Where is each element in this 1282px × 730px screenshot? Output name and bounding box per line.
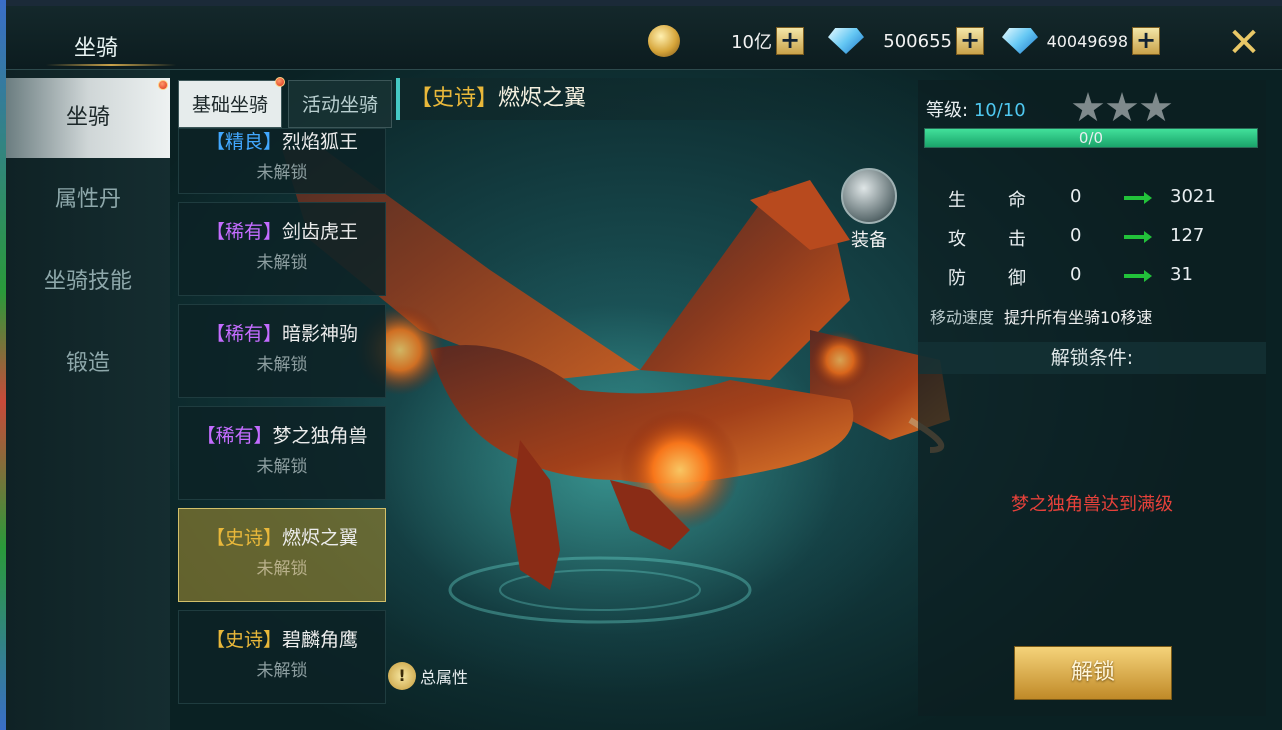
stat-char-1: 生 [948, 190, 966, 211]
nav-item-forge[interactable]: 锻造 [6, 324, 170, 404]
unlock-button[interactable]: 解锁 [1014, 646, 1172, 700]
move-speed-text: 提升所有坐骑10移速 [1004, 308, 1153, 327]
nav-item-label: 属性丹 [54, 187, 121, 212]
notification-dot [275, 77, 285, 87]
mount-status: 未解锁 [256, 163, 308, 183]
unlock-condition-text: 梦之独角兽达到满级 [1011, 494, 1173, 515]
add-gold-button[interactable]: + [776, 27, 804, 55]
stat-char-1: 攻 [948, 229, 966, 250]
unlock-condition-header: 解锁条件: [918, 342, 1266, 374]
mount-status: 未解锁 [256, 253, 308, 273]
close-icon[interactable]: ✕ [1224, 23, 1264, 64]
stat-current: 0 [1070, 264, 1082, 285]
nav-item-label: 锻造 [65, 351, 110, 376]
nav-item-mount-skill[interactable]: 坐骑技能 [6, 242, 170, 322]
add-bound-diamond-button[interactable]: + [1132, 27, 1160, 55]
star-icon [1072, 92, 1104, 122]
mount-list-item[interactable]: 【稀有】暗影神驹 未解锁 [178, 304, 386, 398]
mount-name: 燃烬之翼 [282, 527, 359, 549]
diamond-icon [828, 28, 864, 54]
mount-quality-tag: 【稀有】 [205, 221, 282, 243]
mount-name: 烈焰狐王 [282, 131, 359, 153]
nav-item-attribute-pill[interactable]: 属性丹 [6, 160, 170, 240]
total-attributes-label: 总属性 [420, 668, 469, 687]
mount-quality-tag: 【精良】 [205, 131, 282, 153]
total-attributes-button[interactable]: ! 总属性 [388, 662, 468, 690]
nav-item-label: 坐骑技能 [43, 269, 132, 294]
star-icon [1106, 92, 1138, 122]
diamond-value: 500655 [883, 30, 952, 52]
top-bar: 坐骑 10亿 + 500655 + 40049698 + ✕ [6, 6, 1282, 70]
equip-label: 装备 [851, 230, 887, 251]
stat-char-2: 御 [1008, 268, 1026, 289]
tab-label: 基础坐骑 [191, 94, 268, 116]
mount-list-item[interactable]: 【史诗】碧麟角鹰 未解锁 [178, 610, 386, 704]
bound-diamond-icon [1002, 28, 1038, 54]
stat-char-1: 防 [948, 268, 966, 289]
stat-row-attack: 攻 击 0 127 [918, 219, 1266, 253]
tab-basic-mounts[interactable]: 基础坐骑 [178, 77, 285, 128]
mount-status: 未解锁 [256, 355, 308, 375]
selected-mount-title: 【史诗】燃烬之翼 [396, 78, 916, 120]
mount-quality-tag: 【稀有】 [205, 323, 282, 345]
bound-diamond-value: 40049698 [1046, 31, 1128, 51]
dragon-head-icon [841, 168, 897, 224]
info-icon: ! [388, 662, 416, 690]
diamond-counter: 500655 + [828, 26, 984, 56]
mount-quality-tag: 【稀有】 [196, 425, 273, 447]
mount-name: 暗影神驹 [282, 323, 359, 345]
gold-counter: 10亿 + [648, 25, 804, 57]
mount-status: 未解锁 [256, 559, 308, 579]
stat-row-hp: 生 命 0 3021 [918, 180, 1266, 214]
stat-char-2: 命 [1008, 190, 1026, 211]
arrow-right-icon [1124, 231, 1152, 243]
star-icon [1140, 92, 1172, 122]
mount-name: 梦之独角兽 [272, 425, 368, 447]
mount-list-item[interactable]: 【稀有】梦之独角兽 未解锁 [178, 406, 386, 500]
mount-info-panel: 等级: 10/10 0/0 生 命 0 3021 攻 击 0 127 防 御 0… [918, 80, 1266, 716]
tab-label: 活动坐骑 [301, 94, 378, 116]
stat-row-defense: 防 御 0 31 [918, 258, 1266, 292]
mount-status: 未解锁 [256, 661, 308, 681]
arrow-right-icon [1124, 270, 1152, 282]
selected-mount-quality: 【史诗】 [410, 86, 499, 111]
move-speed-row: 移动速度 提升所有坐骑10移速 [930, 304, 1152, 328]
gold-coin-icon [648, 25, 680, 57]
bound-diamond-counter: 40049698 + [1002, 26, 1160, 56]
exp-progress-bar: 0/0 [924, 128, 1258, 148]
stat-next: 127 [1170, 225, 1205, 246]
mount-name: 剑齿虎王 [282, 221, 359, 243]
arrow-right-icon [1124, 192, 1152, 204]
mount-quality-tag: 【史诗】 [205, 629, 282, 651]
stat-current: 0 [1070, 186, 1082, 207]
level-row: 等级: 10/10 [926, 96, 1026, 122]
exp-progress-text: 0/0 [1078, 129, 1104, 147]
mount-name: 碧麟角鹰 [282, 629, 359, 651]
mount-list-item-selected[interactable]: 【史诗】燃烬之翼 未解锁 [178, 508, 386, 602]
stat-current: 0 [1070, 225, 1082, 246]
mount-list-item[interactable]: 【稀有】剑齿虎王 未解锁 [178, 202, 386, 296]
stat-char-2: 击 [1008, 229, 1026, 250]
add-diamond-button[interactable]: + [956, 27, 984, 55]
level-label: 等级: [926, 100, 969, 121]
move-speed-label: 移动速度 [930, 308, 995, 327]
mount-quality-tag: 【史诗】 [205, 527, 282, 549]
nav-item-label: 坐骑 [65, 105, 110, 130]
equip-button[interactable]: 装备 [838, 168, 900, 252]
tab-event-mounts[interactable]: 活动坐骑 [288, 80, 392, 128]
stat-next: 31 [1170, 264, 1193, 285]
mount-status: 未解锁 [256, 457, 308, 477]
left-nav: 坐骑 属性丹 坐骑技能 锻造 [6, 70, 170, 730]
gold-value: 10亿 [731, 32, 772, 53]
nav-item-mount[interactable]: 坐骑 [6, 78, 170, 158]
notification-dot [158, 80, 168, 90]
stat-next: 3021 [1170, 186, 1216, 207]
level-value: 10/10 [973, 100, 1026, 121]
selected-mount-name: 燃烬之翼 [498, 86, 587, 111]
mount-list-item[interactable]: 【精良】烈焰狐王 未解锁 [178, 128, 386, 194]
page-title: 坐骑 [36, 12, 176, 68]
